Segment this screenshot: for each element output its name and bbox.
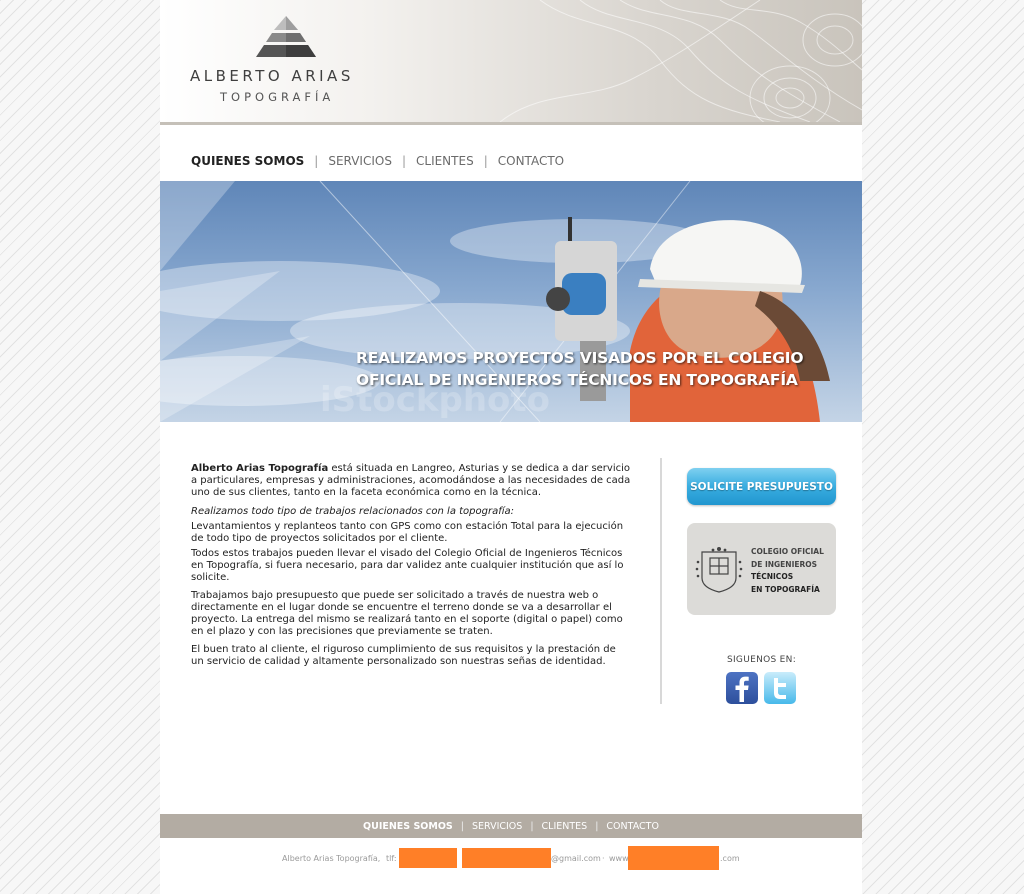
- hero-headline: REALIZAMOS PROYECTOS VISADOS POR EL COLE…: [356, 347, 846, 391]
- facebook-icon: [735, 676, 749, 702]
- redacted-email-user: [462, 848, 551, 868]
- footer-email-suffix: @gmail.com: [551, 854, 601, 863]
- footer-web-separator: ·: [602, 854, 605, 863]
- paragraph-identidad: El buen trato al cliente, el riguroso cu…: [191, 644, 616, 667]
- main-content: Alberto Arias Topografía está situada en…: [191, 463, 631, 674]
- footer-nav-clientes[interactable]: CLIENTES: [542, 821, 588, 832]
- page-container: ALBERTO ARIAS TOPOGRAFÍA QUIENES SOMOS |…: [160, 0, 862, 894]
- footer-contact-info: Alberto Arias Topografía, tlf: @gmail.co…: [282, 846, 752, 870]
- site-header: ALBERTO ARIAS TOPOGRAFÍA: [160, 0, 862, 122]
- college-text: COLEGIO OFICIAL DE INGENIEROS TÉCNICOS E…: [751, 546, 835, 596]
- footer-nav-servicios[interactable]: SERVICIOS: [472, 821, 522, 832]
- facebook-button[interactable]: [726, 672, 758, 704]
- hero-line-1: REALIZAMOS PROYECTOS VISADOS POR EL COLE…: [356, 349, 804, 367]
- follow-us-label: SIGUENOS EN:: [726, 655, 797, 665]
- main-nav: QUIENES SOMOS | SERVICIOS | CLIENTES | C…: [191, 152, 564, 170]
- logo-subtitle: TOPOGRAFÍA: [220, 90, 335, 104]
- paragraph-visado: Todos estos trabajos pueden llevar el vi…: [191, 548, 624, 583]
- hero-line-2: OFICIAL DE INGENIEROS TÉCNICOS EN TOPOGR…: [356, 371, 798, 389]
- redacted-phone: [399, 848, 457, 868]
- hero-banner: iStockphoto REALIZAMOS PROYECTOS VISADOS…: [160, 181, 862, 422]
- footer-nav-separator: |: [595, 820, 599, 832]
- paragraph-presupuesto: Trabajamos bajo presupuesto que puede se…: [191, 590, 623, 637]
- college-line-1: COLEGIO OFICIAL: [751, 547, 824, 556]
- college-badge-link[interactable]: COLEGIO OFICIAL DE INGENIEROS TÉCNICOS E…: [687, 523, 836, 615]
- college-line-2: DE INGENIEROS: [751, 559, 818, 569]
- college-line-3: TÉCNICOS: [751, 572, 794, 581]
- footer-nav-separator: |: [530, 820, 534, 832]
- footer-web-suffix: .com: [720, 854, 740, 863]
- header-divider: [160, 122, 862, 125]
- twitter-button[interactable]: [764, 672, 796, 704]
- nav-separator: |: [314, 154, 319, 168]
- footer-nav: QUIENES SOMOS | SERVICIOS | CLIENTES | C…: [160, 814, 862, 838]
- request-quote-button[interactable]: SOLICITE PRESUPUESTO: [687, 468, 836, 505]
- services-heading: Realizamos todo tipo de trabajos relacio…: [191, 506, 515, 517]
- intro-paragraph: Alberto Arias Topografía está situada en…: [191, 463, 631, 499]
- content-divider: [660, 458, 662, 704]
- redacted-website: [628, 846, 719, 870]
- nav-clientes[interactable]: CLIENTES: [416, 154, 474, 168]
- intro-company-name: Alberto Arias Topografía: [191, 463, 329, 474]
- footer-nav-contacto[interactable]: CONTACTO: [606, 821, 659, 832]
- footer-company: Alberto Arias Topografía,: [282, 854, 381, 863]
- logo-name: ALBERTO ARIAS: [190, 67, 354, 85]
- footer-nav-quienes-somos[interactable]: QUIENES SOMOS: [363, 821, 453, 832]
- nav-servicios[interactable]: SERVICIOS: [328, 154, 392, 168]
- nav-contacto[interactable]: CONTACTO: [498, 154, 564, 168]
- footer-nav-separator: |: [460, 820, 464, 832]
- twitter-icon: [774, 678, 786, 699]
- nav-quienes-somos[interactable]: QUIENES SOMOS: [191, 154, 304, 168]
- college-line-4: EN TOPOGRAFÍA: [751, 584, 820, 594]
- paragraph-gps: Levantamientos y replanteos tanto con GP…: [191, 521, 624, 544]
- nav-separator: |: [401, 154, 406, 168]
- pyramid-logo-icon: [256, 16, 316, 57]
- college-seal-icon: [695, 547, 743, 593]
- nav-separator: |: [483, 154, 488, 168]
- footer-tlf-label: tlf:: [386, 854, 397, 863]
